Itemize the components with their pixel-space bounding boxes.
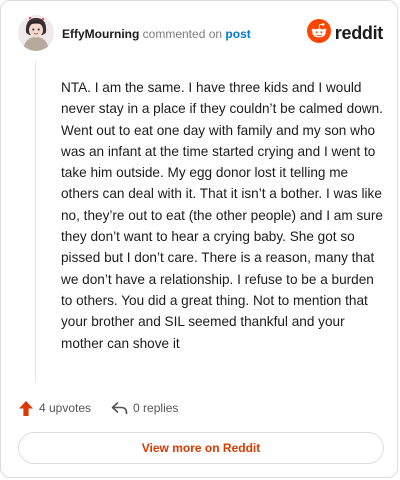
- author-name[interactable]: EffyMourning: [62, 27, 139, 41]
- comment-embed-card: EffyMourning commented on post reddit NT…: [0, 0, 398, 478]
- reddit-logo[interactable]: reddit: [306, 18, 384, 48]
- reddit-wordmark: reddit: [334, 22, 384, 43]
- comment-actions: 4 upvotes 0 replies: [18, 398, 178, 418]
- reply-arrow-icon: [111, 401, 128, 415]
- thread-line: [35, 61, 36, 383]
- reddit-logo-icon: [306, 18, 331, 48]
- reply-button[interactable]: 0 replies: [111, 401, 178, 415]
- byline: EffyMourning commented on post: [62, 27, 251, 41]
- view-more-button[interactable]: View more on Reddit: [18, 432, 384, 464]
- upvote-button[interactable]: 4 upvotes: [18, 400, 91, 417]
- comment-body: NTA. I am the same. I have three kids an…: [61, 80, 383, 351]
- upvote-arrow-icon: [18, 400, 34, 417]
- post-link[interactable]: post: [225, 27, 250, 41]
- action-text: commented on: [142, 27, 223, 41]
- avatar[interactable]: [18, 15, 54, 51]
- upvote-count: 4 upvotes: [39, 401, 92, 415]
- reply-count: 0 replies: [133, 401, 179, 415]
- comment-header: EffyMourning commented on post reddit: [18, 15, 383, 55]
